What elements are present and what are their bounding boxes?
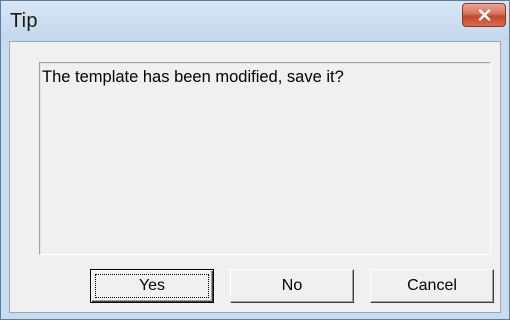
window-title: Tip <box>10 10 38 32</box>
no-button-label: No <box>281 277 303 294</box>
message-text: The template has been modified, save it? <box>42 68 344 86</box>
yes-button[interactable]: Yes <box>90 269 214 303</box>
title-bar[interactable]: Tip <box>1 1 509 41</box>
dialog-body: The template has been modified, save it?… <box>9 41 501 313</box>
message-panel: The template has been modified, save it? <box>39 62 491 255</box>
close-button[interactable] <box>462 3 506 27</box>
yes-button-label: Yes <box>138 277 166 294</box>
cancel-button-label: Cancel <box>407 277 457 294</box>
cancel-button[interactable]: Cancel <box>370 269 494 303</box>
close-icon <box>478 9 491 21</box>
dialog-window: Tip The template has been modified, save… <box>0 0 510 320</box>
no-button[interactable]: No <box>230 269 354 303</box>
